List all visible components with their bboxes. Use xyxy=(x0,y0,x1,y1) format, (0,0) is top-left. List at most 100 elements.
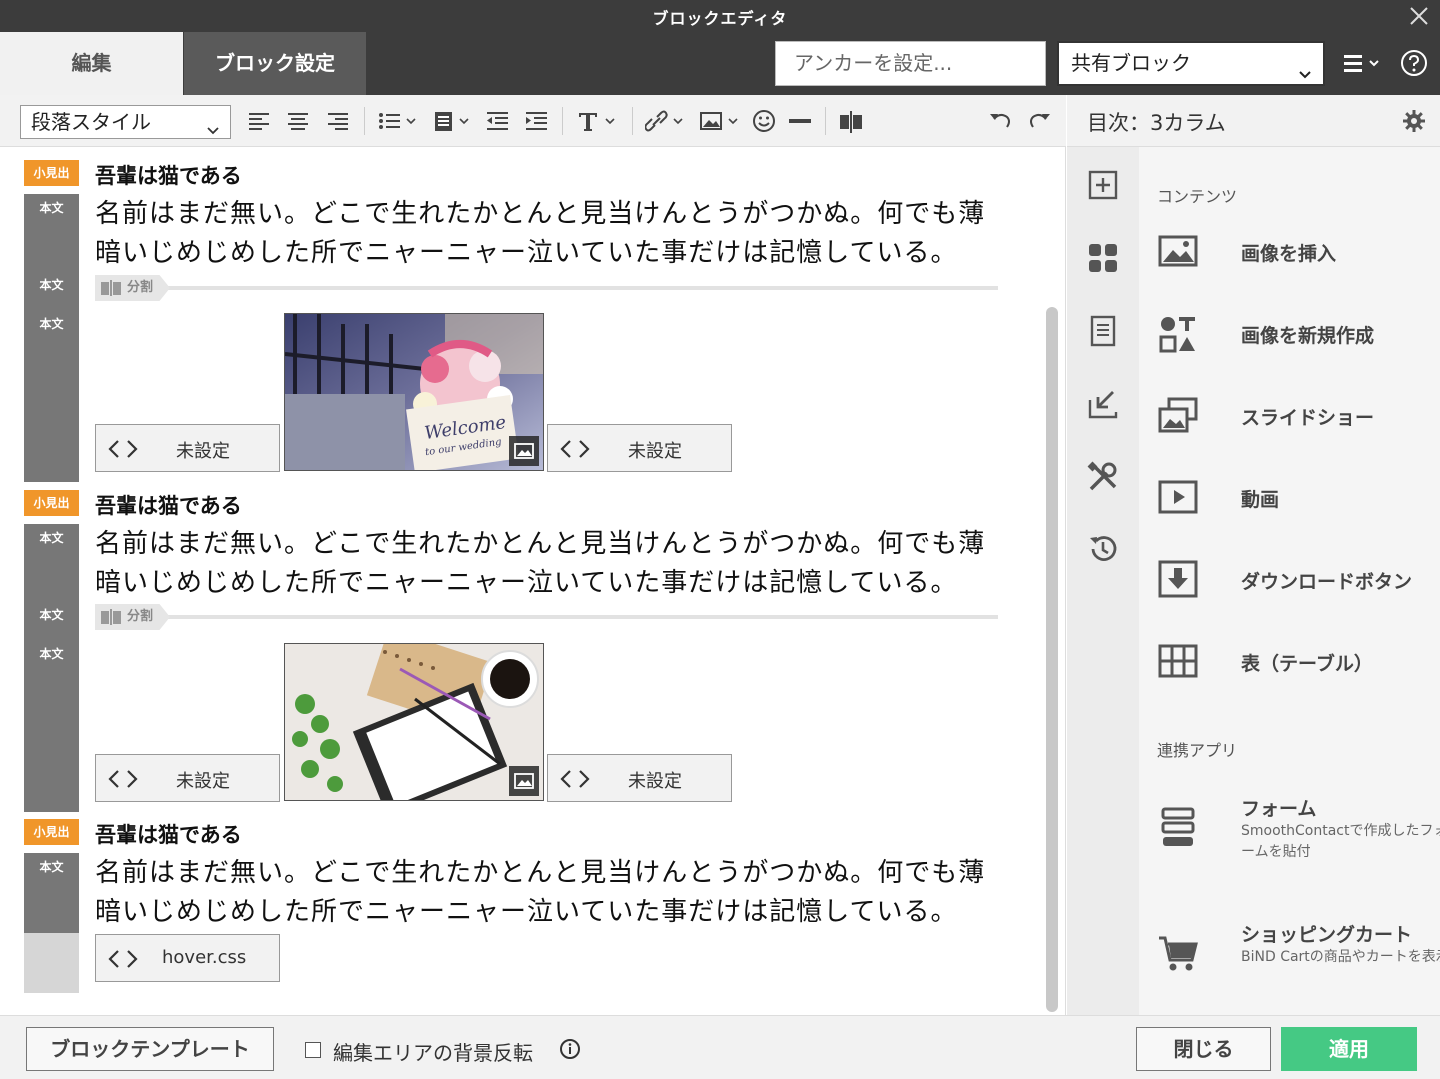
gear-icon[interactable] xyxy=(1402,109,1426,137)
code-slot-right[interactable]: 未設定 xyxy=(547,754,732,802)
outdent-icon[interactable] xyxy=(486,107,510,135)
split-divider[interactable]: 分割 xyxy=(95,604,998,630)
part-label: 画像を挿入 xyxy=(1241,243,1337,265)
editor-area[interactable]: 小見出 本文 本文 本文 吾輩は猫である 名前はまだ無い。どこで生れたかとんと見… xyxy=(0,147,1066,1015)
toolbar-divider xyxy=(562,107,563,135)
paragraph-style-select[interactable]: 段落スタイル xyxy=(20,105,231,139)
apply-button[interactable]: 適用 xyxy=(1281,1027,1417,1071)
part-label: 画像を新規作成 xyxy=(1241,325,1375,347)
footer-bar: ブロックテンプレート 編集エリアの背景反転 閉じる 適用 xyxy=(0,1015,1440,1079)
redo-icon[interactable] xyxy=(1028,107,1052,135)
split-column-icon xyxy=(101,609,121,625)
insert-image-icon[interactable] xyxy=(699,107,741,135)
list-icon[interactable] xyxy=(378,107,418,135)
body-badge: 本文 xyxy=(39,647,64,661)
video-icon xyxy=(1157,477,1199,519)
part-label: ショッピングカート xyxy=(1241,924,1413,946)
part-shopping-cart[interactable]: ショッピングカート BiND Cartの商品やカートを表示 xyxy=(1157,921,1440,1001)
image-settings-icon[interactable] xyxy=(509,436,539,466)
code-slot-left[interactable]: 未設定 xyxy=(95,424,280,472)
code-slot-right[interactable]: 未設定 xyxy=(547,424,732,472)
window-title: ブロックエディタ xyxy=(652,9,788,28)
body-badge: 本文 xyxy=(39,860,64,874)
invert-background-checkbox[interactable] xyxy=(305,1042,321,1058)
parts-grid-icon[interactable] xyxy=(1087,242,1119,274)
block-image-wedding[interactable]: Welcome to our wedding xyxy=(284,313,544,471)
shapes-icon xyxy=(1157,313,1199,355)
code-icon xyxy=(108,947,138,976)
paragraph-line: 名前はまだ無い。どこで生れたかとんと見当けんとうがつかぬ。何でも薄 xyxy=(95,199,986,229)
part-description: SmoothContactで作成したフォームを貼付 xyxy=(1241,823,1440,860)
invert-background-label[interactable]: 編集エリアの背景反転 xyxy=(333,1037,533,1066)
close-icon[interactable] xyxy=(1406,3,1432,29)
shared-block-select[interactable]: 共有ブロック xyxy=(1057,41,1325,86)
split-column-icon xyxy=(101,280,121,296)
block-image-desk[interactable] xyxy=(284,643,544,801)
horizontal-rule-icon[interactable] xyxy=(788,107,812,135)
block-heading[interactable]: 吾輩は猫である xyxy=(95,490,242,520)
tab-bar: 編集 ブロック設定 アンカーを設定... 共有ブロック xyxy=(0,32,1440,95)
paragraph-line: 暗いじめじめした所でニャーニャー泣いていた事だけは記憶している。 xyxy=(95,897,958,927)
title-bar: ブロックエディタ xyxy=(0,0,1440,32)
paragraph-style-value: 段落スタイル xyxy=(31,110,151,134)
table-icon xyxy=(1157,641,1199,683)
block-template-button[interactable]: ブロックテンプレート xyxy=(26,1027,274,1071)
toolbar-divider xyxy=(825,107,826,135)
align-left-icon[interactable] xyxy=(248,107,270,135)
editor-scrollbar[interactable] xyxy=(1046,307,1058,1012)
tools-icon[interactable] xyxy=(1087,461,1119,493)
indent-icon[interactable] xyxy=(525,107,549,135)
info-icon[interactable] xyxy=(559,1038,581,1064)
link-icon[interactable] xyxy=(645,107,687,135)
menu-button[interactable] xyxy=(1340,50,1386,78)
split-column-icon[interactable] xyxy=(838,107,864,135)
shared-block-value: 共有ブロック xyxy=(1071,51,1191,75)
parts-panel: コンテンツ 画像を挿入 画像を新規作成 スライドショー 動画 ダウンロードボタン xyxy=(1139,147,1440,1015)
block-heading[interactable]: 吾輩は猫である xyxy=(95,160,242,190)
block-gutter-empty xyxy=(24,933,79,993)
section-title-apps: 連携アプリ xyxy=(1157,741,1238,760)
code-slot-label: hover.css xyxy=(162,947,247,968)
emoji-icon[interactable] xyxy=(752,107,776,135)
page-icon[interactable] xyxy=(1087,315,1119,347)
part-label: ダウンロードボタン xyxy=(1241,571,1413,593)
code-slot-left[interactable]: 未設定 xyxy=(95,754,280,802)
tab-block-settings[interactable]: ブロック設定 xyxy=(184,32,366,95)
split-divider[interactable]: 分割 xyxy=(95,275,998,301)
block-paragraph[interactable]: 名前はまだ無い。どこで生れたかとんと見当けんとうがつかぬ。何でも薄 暗いじめじめ… xyxy=(95,854,1015,932)
image-settings-icon[interactable] xyxy=(509,766,539,796)
download-icon xyxy=(1157,559,1199,601)
undo-icon[interactable] xyxy=(988,107,1012,135)
align-center-icon[interactable] xyxy=(287,107,309,135)
part-label: 動画 xyxy=(1241,489,1280,511)
section-title-contents: コンテンツ xyxy=(1157,187,1238,206)
form-icon xyxy=(1157,807,1199,849)
code-slot-css[interactable]: hover.css xyxy=(95,934,280,982)
heading-badge: 小見出 xyxy=(24,490,79,516)
import-icon[interactable] xyxy=(1087,388,1119,420)
block-heading[interactable]: 吾輩は猫である xyxy=(95,819,242,849)
right-panel-header: 目次：3カラム xyxy=(1067,95,1440,147)
part-label: スライドショー xyxy=(1241,407,1375,429)
code-slot-label: 未設定 xyxy=(628,771,682,792)
body-badge: 本文 xyxy=(39,201,64,215)
code-icon xyxy=(560,767,590,796)
block-paragraph[interactable]: 名前はまだ無い。どこで生れたかとんと見当けんとうがつかぬ。何でも薄 暗いじめじめ… xyxy=(95,525,1015,603)
body-badge: 本文 xyxy=(39,608,64,622)
history-icon[interactable] xyxy=(1087,533,1119,565)
help-icon[interactable] xyxy=(1399,48,1429,78)
add-block-icon[interactable] xyxy=(1087,169,1119,201)
block-format-icon[interactable] xyxy=(433,107,473,135)
block-paragraph[interactable]: 名前はまだ無い。どこで生れたかとんと見当けんとうがつかぬ。何でも薄 暗いじめじめ… xyxy=(95,195,1015,273)
split-label-text: 分割 xyxy=(127,280,154,295)
split-label-text: 分割 xyxy=(127,609,154,624)
text-style-icon[interactable] xyxy=(576,107,620,135)
part-form[interactable]: フォーム SmoothContactで作成したフォームを貼付 xyxy=(1157,795,1440,875)
part-description: BiND Cartの商品やカートを表示 xyxy=(1241,949,1440,965)
split-line xyxy=(165,615,998,619)
tab-edit[interactable]: 編集 xyxy=(0,32,183,95)
align-right-icon[interactable] xyxy=(327,107,349,135)
image-icon xyxy=(1157,231,1199,273)
anchor-input[interactable]: アンカーを設定... xyxy=(775,41,1046,86)
close-button[interactable]: 閉じる xyxy=(1136,1027,1271,1071)
